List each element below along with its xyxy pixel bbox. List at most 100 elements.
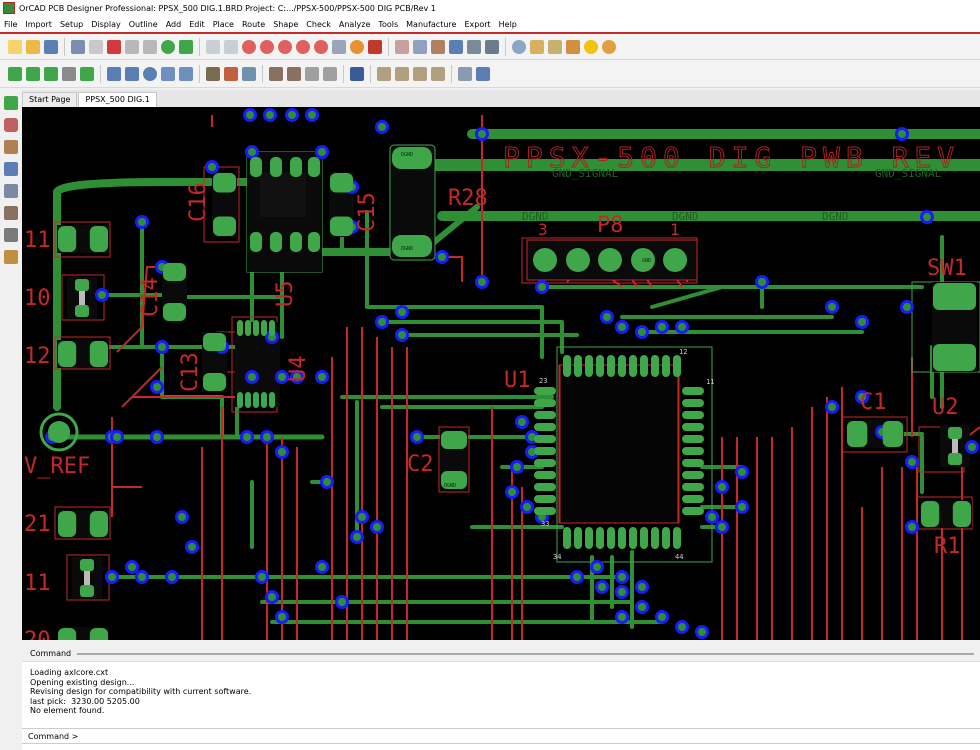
mirror-icon[interactable]	[287, 66, 301, 81]
zoom-fit-icon[interactable]	[242, 39, 256, 54]
custom-smooth-icon[interactable]	[4, 184, 18, 198]
add-shape-icon[interactable]	[125, 66, 139, 81]
zoom-previous-icon[interactable]	[296, 39, 310, 54]
menu-analyze[interactable]: Analyze	[335, 20, 375, 29]
menu-add[interactable]: Add	[162, 20, 186, 29]
menu-display[interactable]: Display	[87, 20, 125, 29]
dimension-icon[interactable]	[224, 66, 238, 81]
snap-icon[interactable]	[4, 96, 18, 110]
layers-icon[interactable]	[224, 39, 238, 54]
menu-tools[interactable]: Tools	[374, 20, 402, 29]
properties-icon[interactable]	[530, 39, 544, 54]
redraw-icon[interactable]	[332, 39, 346, 54]
add-frect-icon[interactable]	[161, 66, 175, 81]
route-icon[interactable]	[350, 66, 364, 81]
menu-import[interactable]: Import	[21, 20, 56, 29]
undo-icon[interactable]	[125, 39, 139, 54]
refdes-c15: C15	[355, 192, 380, 232]
add-line-icon[interactable]	[4, 206, 18, 220]
edge-11b-pad	[80, 559, 94, 571]
menu-outline[interactable]: Outline	[125, 20, 162, 29]
report-icon[interactable]	[467, 39, 481, 54]
3d-view-icon[interactable]	[368, 39, 382, 54]
open-folder-icon[interactable]	[26, 39, 40, 54]
edge-11b-pad	[80, 585, 94, 597]
add-circle-icon[interactable]	[143, 66, 157, 81]
light-icon[interactable]	[602, 39, 616, 54]
c14-pad	[163, 263, 186, 281]
menu-file[interactable]: File	[0, 20, 21, 29]
bin-icon[interactable]	[377, 66, 391, 81]
edit-shape-icon[interactable]	[179, 66, 193, 81]
via-pad	[268, 593, 276, 601]
layer-etch-icon[interactable]	[80, 66, 94, 81]
bin-slide-icon[interactable]	[413, 66, 427, 81]
net-label-dgnd-1: DGND	[522, 210, 549, 223]
c15-pad	[330, 216, 353, 236]
via-pad	[138, 218, 146, 226]
delay-tune-icon[interactable]	[4, 250, 18, 264]
fanout-icon[interactable]	[4, 228, 18, 242]
pushpin-icon[interactable]	[179, 39, 193, 54]
via-pad	[358, 513, 366, 521]
display-icon[interactable]	[485, 39, 499, 54]
layer-inner-icon[interactable]	[44, 66, 58, 81]
grid-icon[interactable]	[206, 39, 220, 54]
menu-edit[interactable]: Edit	[185, 20, 209, 29]
swap-icon[interactable]	[323, 66, 337, 81]
color-icon[interactable]	[395, 39, 409, 54]
u1-pad	[574, 355, 582, 377]
add-connect-icon[interactable]	[4, 140, 18, 154]
u4-pad	[253, 392, 259, 408]
copy-shape-icon[interactable]	[458, 66, 472, 81]
menu-route[interactable]: Route	[238, 20, 269, 29]
visibility-icon[interactable]	[413, 39, 427, 54]
merge-icon[interactable]	[476, 66, 490, 81]
pcb-board-view[interactable]: PPSX-500 DIG PWB REV R28 P8 U1 C16 C15 C…	[22, 107, 980, 640]
tab-start-page[interactable]: Start Page	[22, 92, 78, 107]
menu-check[interactable]: Check	[302, 20, 335, 29]
sun-icon[interactable]	[584, 39, 598, 54]
menu-shape[interactable]: Shape	[269, 20, 302, 29]
menu-help[interactable]: Help	[495, 20, 521, 29]
rotate-icon[interactable]	[305, 66, 319, 81]
place-component-icon[interactable]	[206, 66, 220, 81]
zoom-out-icon[interactable]	[278, 39, 292, 54]
slide-icon[interactable]	[4, 162, 18, 176]
edge-10-pad	[75, 279, 89, 291]
menu-place[interactable]: Place	[209, 20, 238, 29]
zoom-in-icon[interactable]	[260, 39, 274, 54]
filter-icon[interactable]	[4, 118, 18, 132]
layer-top-icon[interactable]	[8, 66, 22, 81]
delete-icon[interactable]	[107, 39, 121, 54]
pin-icon[interactable]	[161, 39, 175, 54]
info-icon[interactable]	[512, 39, 526, 54]
redo-icon[interactable]	[143, 39, 157, 54]
tab-board[interactable]: PPSX_500 DIG.1	[78, 92, 157, 107]
measure-icon[interactable]	[242, 66, 256, 81]
new-file-icon[interactable]	[8, 39, 22, 54]
spin-icon[interactable]	[269, 66, 283, 81]
shadow-icon[interactable]	[431, 39, 445, 54]
layer-bottom-icon[interactable]	[26, 66, 40, 81]
stack-icon[interactable]	[449, 39, 463, 54]
layer-all-icon[interactable]	[62, 66, 76, 81]
menu-export[interactable]: Export	[460, 20, 494, 29]
move-icon[interactable]	[71, 39, 85, 54]
refresh-icon[interactable]	[350, 39, 364, 54]
measure-icon[interactable]	[548, 39, 562, 54]
pcb-canvas[interactable]: PPSX-500 DIG PWB REV R28 P8 U1 C16 C15 C…	[22, 107, 980, 640]
add-rect-icon[interactable]	[107, 66, 121, 81]
log-line: last pick: 3230.00 5205.00	[30, 696, 140, 706]
menu-manufacture[interactable]: Manufacture	[402, 20, 460, 29]
pad-label-c2-bottom: DGND	[444, 483, 456, 489]
command-input[interactable]	[82, 729, 980, 743]
copy-icon[interactable]	[89, 39, 103, 54]
zoom-world-icon[interactable]	[314, 39, 328, 54]
bin-open-icon[interactable]	[395, 66, 409, 81]
save-icon[interactable]	[44, 39, 58, 54]
bin-delay-icon[interactable]	[431, 66, 445, 81]
wand-icon[interactable]	[566, 39, 580, 54]
via-pad	[288, 111, 296, 119]
menu-setup[interactable]: Setup	[56, 20, 87, 29]
